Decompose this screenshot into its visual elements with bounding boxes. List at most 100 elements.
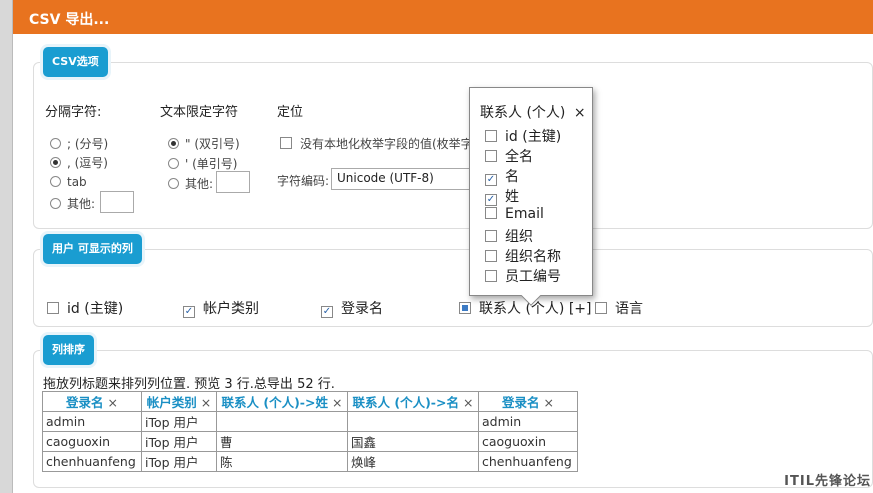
popup-subfield-label: Email [505,206,544,222]
checkbox-icon [459,302,471,314]
separator-option-label: 其他: [67,197,96,211]
table-cell: chenhuanfeng [42,451,142,472]
watermark: ITIL先锋论坛 [784,474,871,489]
visible-columns-fieldset [33,249,873,327]
preview-column-header[interactable]: 联系人 (个人)->姓 × [216,391,348,412]
preview-header-row: 登录名 × 帐户类别 × 联系人 (个人)->姓 × 联系人 (个人)->名 × 登录名 × [42,391,578,412]
preview-column-title: 联系人 (个人)->姓 [221,395,328,410]
remove-column-icon[interactable]: × [201,395,211,410]
preview-column-header[interactable]: 联系人 (个人)->名 × [347,391,479,412]
popup-subfield-label: 组织 [505,229,533,245]
popup-title-text: 联系人 (个人) [480,105,566,121]
csv-options-legend: CSV选项 [43,47,108,77]
preview-column-header[interactable]: 登录名 × [42,391,142,412]
preview-column-header[interactable]: 登录名 × [478,391,578,412]
popup-subfield-label: id (主键) [505,129,562,145]
visible-column-label: 帐户类别 [203,301,259,317]
preview-column-title: 登录名 [502,395,540,410]
checkbox-icon [595,302,607,314]
table-row: chenhuanfeng iTop 用户陈焕峰 chenhuanfeng [42,451,578,472]
encoding-select[interactable]: Unicode (UTF-8) [331,168,481,190]
preview-column-title: 帐户类别 [146,395,197,410]
preview-table: 登录名 × 帐户类别 × 联系人 (个人)->姓 × 联系人 (个人)->名 × 登录名 × ad… [42,391,578,472]
remove-column-icon[interactable]: × [544,395,554,410]
checkbox-icon [485,130,497,142]
preview-column-header[interactable]: 帐户类别 × [141,391,217,412]
no-localize-enum-checkbox[interactable]: 没有本地化枚举字段的值(枚举字 [280,135,473,152]
popup-close-icon[interactable]: × [574,105,586,121]
popup-subfield-label: 姓 [505,189,519,205]
table-cell: chenhuanfeng [478,451,578,472]
encoding-label: 字符编码: [277,174,330,188]
table-cell: caoguoxin [478,431,578,452]
no-localize-enum-label: 没有本地化枚举字段的值(枚举字 [300,137,473,151]
text-qualifier-option[interactable]: ' (单引号) [168,155,237,172]
checkbox-icon [485,250,497,262]
encoding-value: Unicode (UTF-8) [337,171,434,185]
checkbox-icon: ✓ [321,306,333,318]
contact-subfields-popup: 联系人 (个人) × id (主键) 全名 ✓ 名 ✓ 姓 Email 组织 组织名称 员工编号 [469,87,593,306]
popup-subfield-option[interactable]: ✓ 姓 [485,186,519,206]
table-cell: 曹 [216,431,348,452]
visible-column-label: 语言 [615,301,643,317]
text-qualifier-option[interactable]: 其他: [168,175,213,192]
text-qualifier-header: 文本限定字符 [160,105,239,120]
checkbox-icon: ✓ [485,174,497,186]
popup-subfield-label: 全名 [505,149,533,165]
visible-column-option[interactable]: id (主键) [47,298,123,318]
text-qualifier-option-label: ' (单引号) [185,157,238,171]
remove-column-icon[interactable]: × [463,395,473,410]
popup-subfield-option[interactable]: Email [485,206,544,222]
column-order-hint: 拖放列标题来排列列位置. 预览 3 行.总导出 52 行. [43,377,335,392]
separator-option[interactable]: 其他: [50,195,95,212]
visible-column-option[interactable]: ✓ 帐户类别 [183,298,259,318]
table-cell: caoguoxin [42,431,142,452]
preview-column-title: 登录名 [66,395,104,410]
popup-subfield-label: 名 [505,169,519,185]
visible-column-label: 登录名 [341,301,383,317]
text-qualifier-option-label: " (双引号) [185,137,240,151]
checkbox-icon [485,270,497,282]
table-cell: 陈 [216,451,348,472]
table-row: admin iTop 用户 admin [42,411,578,432]
separator-option-label: , (逗号) [67,156,108,170]
visible-column-option[interactable]: 语言 [595,298,643,318]
popup-subfield-option[interactable]: 全名 [485,146,533,166]
checkbox-icon [485,230,497,242]
popup-subfield-label: 员工编号 [505,269,561,285]
text-qualifier-other-input[interactable] [216,171,250,193]
remove-column-icon[interactable]: × [108,395,118,410]
dialog-titlebar: CSV 导出... [13,0,873,34]
visible-column-label: 联系人 (个人) [+] [479,301,592,317]
dialog-title: CSV 导出... [29,12,110,28]
table-row: caoguoxin iTop 用户曹国鑫 caoguoxin [42,431,578,452]
radio-icon [50,198,61,209]
visible-column-option[interactable]: ✓ 登录名 [321,298,383,318]
popup-subfield-option[interactable]: 组织 [485,226,533,246]
separator-option[interactable]: , (逗号) [50,154,108,171]
remove-column-icon[interactable]: × [332,395,342,410]
text-qualifier-option[interactable]: " (双引号) [168,135,240,152]
radio-icon [168,138,179,149]
table-cell: iTop 用户 [141,431,217,452]
popup-subfield-option[interactable]: 组织名称 [485,246,561,266]
background-strip [0,0,12,493]
separator-option[interactable]: tab [50,175,87,189]
popup-subfield-option[interactable]: id (主键) [485,126,561,146]
table-cell: 国鑫 [347,431,479,452]
popup-title: 联系人 (个人) × [480,102,586,122]
popup-subfield-label: 组织名称 [505,249,561,265]
separator-option[interactable]: ; (分号) [50,135,108,152]
table-cell [216,411,348,432]
table-cell: admin [42,411,142,432]
radio-icon [50,176,61,187]
visible-columns-legend: 用户 可显示的列 [43,234,142,264]
popup-subfield-option[interactable]: 员工编号 [485,266,561,286]
radio-icon [50,138,61,149]
popup-subfield-option[interactable]: ✓ 名 [485,166,519,186]
table-cell: 焕峰 [347,451,479,472]
separator-other-input[interactable] [100,191,134,213]
localization-header: 定位 [277,105,304,120]
separator-option-label: tab [67,175,87,189]
table-cell: iTop 用户 [141,451,217,472]
